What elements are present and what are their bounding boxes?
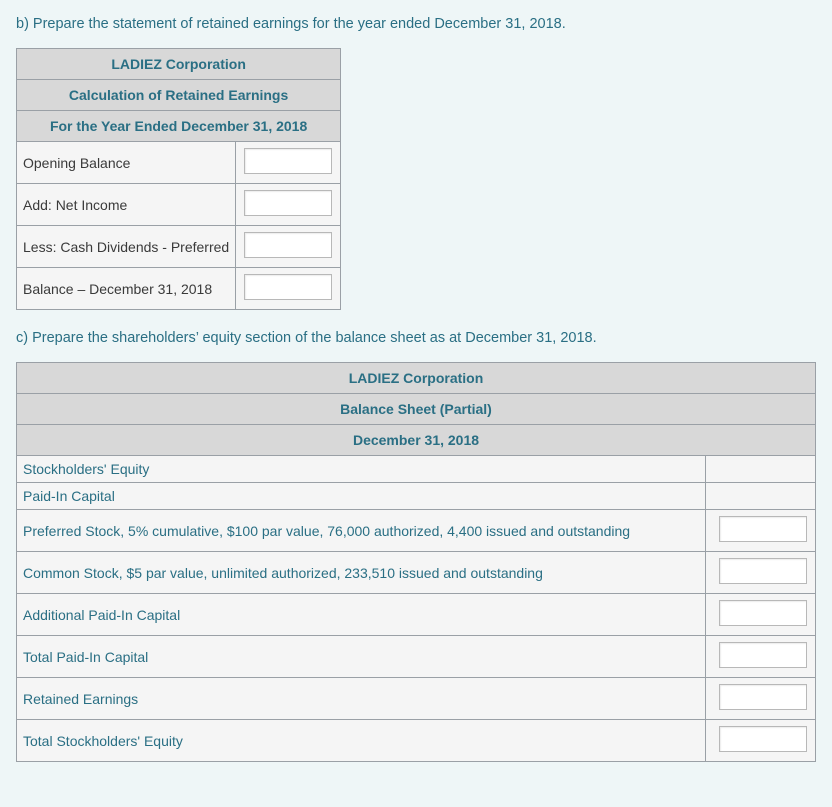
re-opening-input[interactable]	[244, 148, 332, 174]
bs-row-common-label: Common Stock, $5 par value, unlimited au…	[17, 552, 706, 594]
bs-row-preferred-label: Preferred Stock, 5% cumulative, $100 par…	[17, 510, 706, 552]
re-header-company: LADIEZ Corporation	[17, 49, 341, 80]
bs-addlpic-input[interactable]	[719, 600, 807, 626]
re-row-balance-label: Balance – December 31, 2018	[17, 268, 236, 310]
bs-row-se-label: Stockholders' Equity	[17, 456, 706, 483]
re-row-cashdiv-value	[236, 226, 341, 268]
bs-row-preferred-value	[706, 510, 816, 552]
bs-retained-input[interactable]	[719, 684, 807, 710]
re-header-period: For the Year Ended December 31, 2018	[17, 111, 341, 142]
part-c-prompt: c) Prepare the shareholders’ equity sect…	[16, 330, 816, 346]
bs-row-totalpic-label: Total Paid-In Capital	[17, 636, 706, 678]
bs-header-company: LADIEZ Corporation	[17, 363, 816, 394]
bs-row-se-value	[706, 456, 816, 483]
re-row-netincome-label: Add: Net Income	[17, 184, 236, 226]
bs-row-pic-label: Paid-In Capital	[17, 483, 706, 510]
bs-row-addlpic-value	[706, 594, 816, 636]
bs-totalse-input[interactable]	[719, 726, 807, 752]
bs-row-addlpic-label: Additional Paid-In Capital	[17, 594, 706, 636]
re-row-netincome-value	[236, 184, 341, 226]
re-row-balance-value	[236, 268, 341, 310]
bs-common-input[interactable]	[719, 558, 807, 584]
bs-row-retained-label: Retained Earnings	[17, 678, 706, 720]
bs-row-retained-value	[706, 678, 816, 720]
bs-row-totalse-label: Total Stockholders' Equity	[17, 720, 706, 762]
bs-preferred-input[interactable]	[719, 516, 807, 542]
re-cashdiv-input[interactable]	[244, 232, 332, 258]
re-balance-input[interactable]	[244, 274, 332, 300]
bs-header-date: December 31, 2018	[17, 425, 816, 456]
bs-row-common-value	[706, 552, 816, 594]
re-header-title: Calculation of Retained Earnings	[17, 80, 341, 111]
bs-totalpic-input[interactable]	[719, 642, 807, 668]
bs-row-totalpic-value	[706, 636, 816, 678]
part-b-prompt: b) Prepare the statement of retained ear…	[16, 16, 816, 32]
balance-sheet-table: LADIEZ Corporation Balance Sheet (Partia…	[16, 362, 816, 762]
bs-row-totalse-value	[706, 720, 816, 762]
re-row-opening-label: Opening Balance	[17, 142, 236, 184]
retained-earnings-table: LADIEZ Corporation Calculation of Retain…	[16, 48, 341, 310]
re-row-opening-value	[236, 142, 341, 184]
bs-header-title: Balance Sheet (Partial)	[17, 394, 816, 425]
re-row-cashdiv-label: Less: Cash Dividends - Preferred	[17, 226, 236, 268]
re-netincome-input[interactable]	[244, 190, 332, 216]
bs-row-pic-value	[706, 483, 816, 510]
